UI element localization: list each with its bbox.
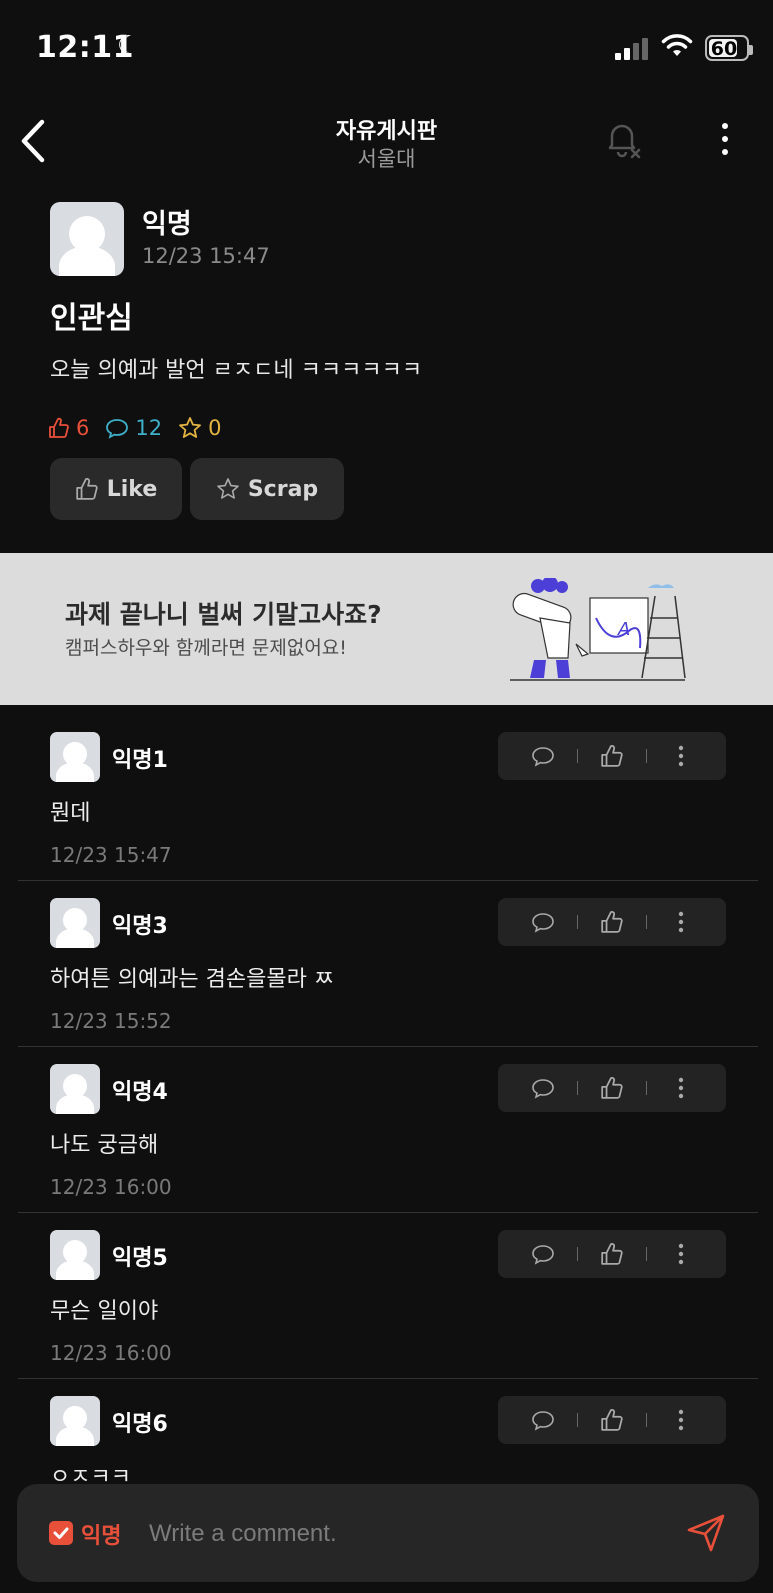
reply-icon[interactable] xyxy=(523,1077,563,1099)
post-stats: 6 12 0 xyxy=(48,416,221,440)
comment-author: 익명3 xyxy=(112,914,168,939)
comment-author: 익명6 xyxy=(112,1412,168,1437)
more-options-icon[interactable] xyxy=(661,910,701,934)
post-author-avatar xyxy=(50,202,124,276)
thumbs-up-icon[interactable] xyxy=(592,744,632,768)
comment-timestamp: 12/23 16:00 xyxy=(50,1341,172,1365)
like-button-label: Like xyxy=(106,476,158,502)
like-count: 6 xyxy=(48,416,89,440)
comment-item: 익명6 ㅇㅈㅋㅋ xyxy=(18,1379,758,1490)
star-icon xyxy=(217,478,239,499)
comment-actions xyxy=(498,1230,726,1278)
thumbs-up-icon[interactable] xyxy=(592,1076,632,1100)
avatar xyxy=(50,732,100,782)
status-bar: 12:11 ☾ 60 xyxy=(0,0,773,100)
like-count-value: 6 xyxy=(76,416,90,440)
comment-text: 무슨 일이야 xyxy=(50,1299,159,1324)
thumbs-up-icon[interactable] xyxy=(592,910,632,934)
ad-banner[interactable]: 과제 끝나니 벌써 기말고사죠? 캠퍼스하우와 함께라면 문제없어요! A xyxy=(0,553,773,705)
comment-text: 하여튼 의예과는 겸손을몰라 ㅉ xyxy=(50,967,335,992)
checkmark-icon xyxy=(53,1527,69,1539)
scrap-button[interactable]: Scrap xyxy=(190,458,344,520)
ad-subtitle: 캠퍼스하우와 함께라면 문제없어요! xyxy=(65,637,347,659)
anonymous-checkbox[interactable] xyxy=(49,1521,73,1545)
comment-actions xyxy=(498,898,726,946)
thumbs-up-icon xyxy=(49,417,69,438)
notification-off-icon[interactable] xyxy=(602,118,646,162)
post-author: 익명 xyxy=(142,209,192,240)
reply-icon[interactable] xyxy=(523,1409,563,1431)
post-title: 인관심 xyxy=(50,301,133,336)
post-body: 오늘 의예과 발언 ㄹㅈㄷ네 ㅋㅋㅋㅋㅋㅋ xyxy=(50,358,423,383)
like-button[interactable]: Like xyxy=(50,458,182,520)
comment-text: 뭔데 xyxy=(50,801,91,826)
comment-actions xyxy=(498,732,726,780)
comment-actions xyxy=(498,1064,726,1112)
send-icon[interactable] xyxy=(685,1512,727,1554)
avatar xyxy=(50,1064,100,1114)
comment-count-value: 12 xyxy=(135,416,163,440)
star-icon xyxy=(179,417,202,438)
battery-level: 60 xyxy=(710,38,738,60)
comment-count: 12 xyxy=(105,416,162,440)
battery-icon: 60 xyxy=(705,35,753,61)
comment-input[interactable] xyxy=(149,1512,649,1556)
more-options-icon[interactable] xyxy=(715,120,735,160)
anonymous-label[interactable]: 익명 xyxy=(81,1518,121,1550)
more-options-icon[interactable] xyxy=(661,1076,701,1100)
comment-author: 익명4 xyxy=(112,1080,168,1105)
cellular-signal-icon xyxy=(615,36,648,60)
board-subtitle: 서울대 xyxy=(357,147,416,171)
avatar xyxy=(50,1396,100,1446)
comment-item: 익명5 무슨 일이야 12/23 16:00 xyxy=(18,1213,758,1379)
reply-icon[interactable] xyxy=(523,911,563,933)
student-studying-illustration: A xyxy=(510,578,686,681)
more-options-icon[interactable] xyxy=(661,1408,701,1432)
post-timestamp: 12/23 15:47 xyxy=(142,244,270,268)
thumbs-up-icon[interactable] xyxy=(592,1242,632,1266)
more-options-icon[interactable] xyxy=(661,744,701,768)
comment-timestamp: 12/23 15:47 xyxy=(50,843,172,867)
thumbs-up-icon[interactable] xyxy=(592,1408,632,1432)
comment-timestamp: 12/23 16:00 xyxy=(50,1175,172,1199)
comment-item: 익명3 하여튼 의예과는 겸손을몰라 ㅉ 12/23 15:52 xyxy=(18,881,758,1047)
scrap-count-value: 0 xyxy=(208,416,222,440)
comment-bubble-icon xyxy=(106,419,129,439)
reply-icon[interactable] xyxy=(523,745,563,767)
reply-icon[interactable] xyxy=(523,1243,563,1265)
comment-text: 나도 궁금해 xyxy=(50,1133,159,1158)
comment-author: 익명5 xyxy=(112,1246,168,1271)
comment-item: 익명4 나도 궁금해 12/23 16:00 xyxy=(18,1047,758,1213)
comment-timestamp: 12/23 15:52 xyxy=(50,1009,172,1033)
thumbs-up-icon xyxy=(76,478,98,500)
avatar xyxy=(50,1230,100,1280)
avatar xyxy=(50,898,100,948)
scrap-count: 0 xyxy=(178,416,221,440)
comment-item: 익명1 뭔데 12/23 15:47 xyxy=(18,715,758,881)
comment-author: 익명1 xyxy=(112,748,168,773)
moon-icon: ☾ xyxy=(117,31,141,61)
comment-actions xyxy=(498,1396,726,1444)
board-title: 자유게시판 xyxy=(335,119,438,144)
ad-title: 과제 끝나니 벌써 기말고사죠? xyxy=(65,600,382,629)
scrap-button-label: Scrap xyxy=(247,476,319,502)
wifi-icon xyxy=(661,34,693,56)
comment-composer: 익명 xyxy=(17,1484,759,1582)
more-options-icon[interactable] xyxy=(661,1242,701,1266)
